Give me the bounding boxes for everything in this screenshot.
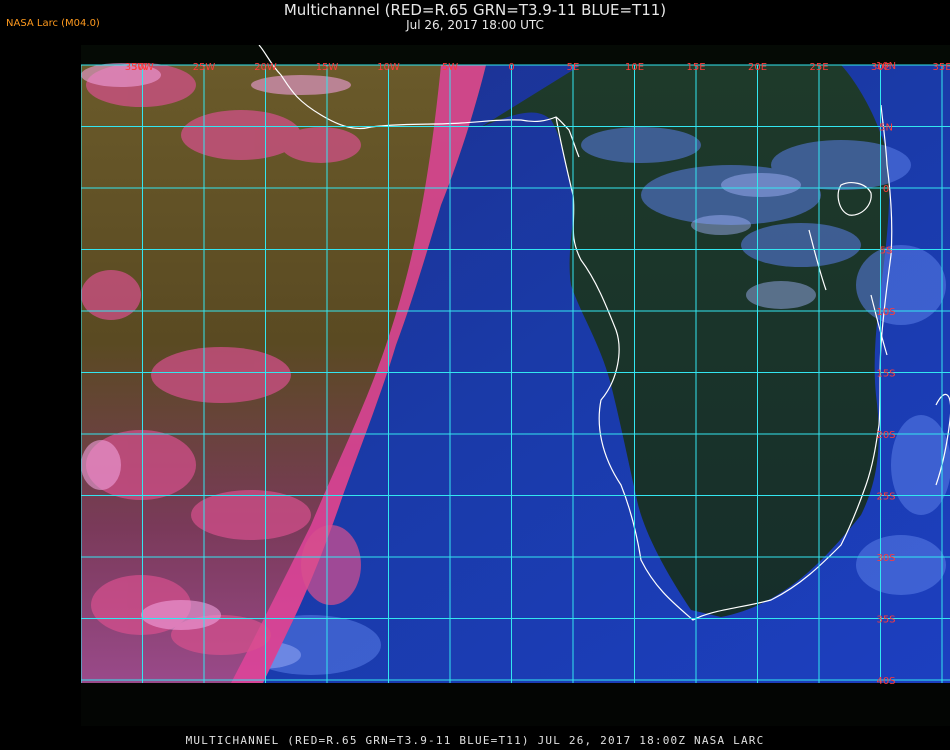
latitude-label: 0	[883, 184, 889, 195]
footer-caption: MULTICHANNEL (RED=R.65 GRN=T3.9-11 BLUE=…	[185, 734, 765, 747]
longitude-label: 5W	[442, 62, 458, 73]
longitude-label: 15W	[316, 62, 339, 73]
image-timestamp: Jul 26, 2017 18:00 UTC	[406, 18, 544, 32]
latitude-label: 40S	[876, 676, 895, 687]
no-data-strip	[81, 683, 950, 726]
longitude-label: 15E	[686, 62, 705, 73]
latitude-label: 20S	[876, 430, 895, 441]
longitude-label: 30W	[131, 62, 154, 73]
latitude-label: 30S	[876, 553, 895, 564]
longitude-label: 10W	[377, 62, 400, 73]
longitude-label: 20W	[254, 62, 277, 73]
longitude-label: 25W	[193, 62, 216, 73]
latitude-label: 5N	[879, 123, 893, 134]
satellite-image-frame[interactable]: 35W 30W 25W 20W 15W 10W 5W 0 5E 10E 15E 20E 25E 30E 35…	[81, 45, 950, 726]
latitude-label: 35S	[876, 615, 895, 626]
satellite-map[interactable]: 35W30W 25W 20W 15W 10W 5W 0 5E 10E 15E 20E 25E 30E 35…	[81, 45, 950, 726]
longitude-label: 35E	[932, 62, 950, 73]
longitude-label: 0	[508, 62, 514, 73]
longitude-label: 20E	[748, 62, 767, 73]
latitude-label: 25S	[876, 492, 895, 503]
latitude-label: 5S	[880, 246, 893, 257]
longitude-label: 25E	[809, 62, 828, 73]
latitude-label: 10N	[876, 61, 896, 72]
latitude-label: 15S	[876, 369, 895, 380]
longitude-label: 5E	[567, 62, 580, 73]
longitude-label: 10E	[625, 62, 644, 73]
latitude-label: 10S	[876, 307, 895, 318]
image-title: Multichannel (RED=R.65 GRN=T3.9-11 BLUE=…	[283, 1, 667, 19]
